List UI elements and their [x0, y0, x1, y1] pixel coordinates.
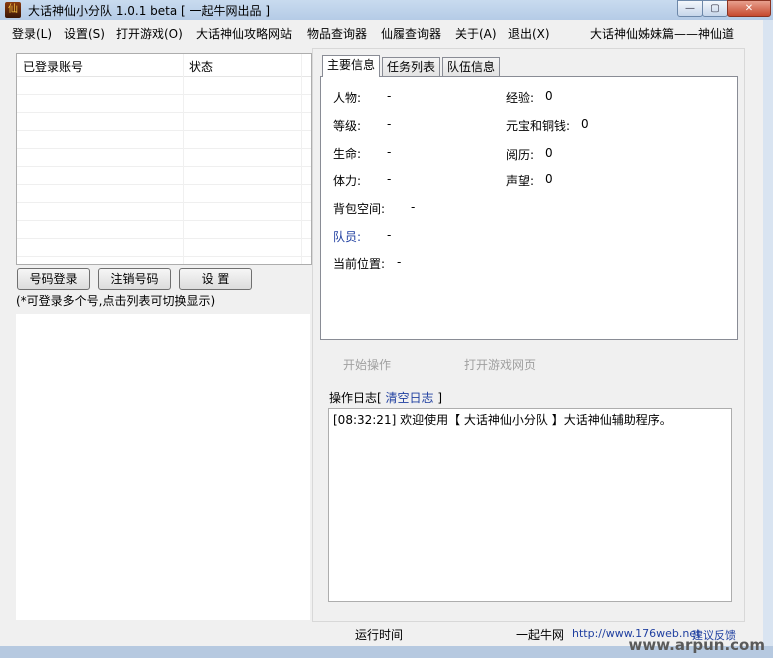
- list-row: [17, 167, 311, 185]
- game-view-area: [16, 314, 310, 620]
- column-status[interactable]: 状态: [189, 58, 213, 75]
- location-value: -: [397, 255, 402, 269]
- maximize-icon[interactable]: ▢: [702, 0, 728, 17]
- logout-button[interactable]: 注销号码: [98, 268, 171, 290]
- character-value: -: [387, 89, 392, 103]
- life-value: -: [387, 145, 392, 159]
- team-member-value: -: [387, 228, 392, 242]
- bag-space-value: -: [411, 200, 416, 214]
- column-account[interactable]: 已登录账号: [23, 58, 83, 75]
- account-list[interactable]: 已登录账号 状态: [16, 53, 312, 265]
- column-divider: [301, 54, 302, 264]
- open-game-web-button[interactable]: 打开游戏网页: [464, 356, 536, 373]
- login-hint: (*可登录多个号,点击列表可切换显示): [16, 294, 216, 308]
- tab-task-list[interactable]: 任务列表: [382, 57, 440, 76]
- stamina-value: -: [387, 172, 392, 186]
- settings-button[interactable]: 设 置: [179, 268, 252, 290]
- main-info-panel: 人物: - 等级: - 生命: - 体力: - 背包空间: - 队员: - 当前…: [320, 76, 738, 340]
- column-divider: [183, 54, 184, 264]
- menu-exit[interactable]: 退出(X): [508, 25, 550, 42]
- watermark: www.arpun.com: [628, 636, 765, 654]
- exp-value: 0: [545, 89, 553, 103]
- reputation-value: 0: [545, 172, 553, 186]
- log-header: 操作日志[ 清空日志 ]: [329, 389, 442, 406]
- menu-bar: 登录(L) 设置(S) 打开游戏(O) 大话神仙攻略网站 物品查询器 仙履查询器…: [0, 22, 773, 44]
- menu-guide-site[interactable]: 大话神仙攻略网站: [196, 25, 292, 42]
- app-logo-icon: 仙: [5, 2, 21, 18]
- run-time-label: 运行时间: [355, 628, 404, 642]
- menu-open-game[interactable]: 打开游戏(O): [116, 25, 183, 42]
- list-row: [17, 77, 311, 95]
- location-label: 当前位置:: [333, 257, 386, 271]
- menu-item-query[interactable]: 物品查询器: [307, 25, 367, 42]
- money-value: 0: [581, 117, 589, 131]
- menu-settings[interactable]: 设置(S): [64, 25, 105, 42]
- list-row: [17, 95, 311, 113]
- app-window: 仙 大话神仙小分队 1.0.1 beta [ 一起牛网出品 ] — ▢ ✕ 登录…: [0, 0, 773, 658]
- list-row: [17, 131, 311, 149]
- experience-label: 阅历:: [506, 148, 535, 162]
- tab-team-info[interactable]: 队伍信息: [442, 57, 500, 76]
- exp-label: 经验:: [506, 91, 535, 105]
- list-row: [17, 239, 311, 257]
- money-label: 元宝和铜钱:: [506, 119, 571, 133]
- clear-log-link[interactable]: 清空日志: [386, 391, 434, 405]
- list-row: [17, 185, 311, 203]
- team-member-label[interactable]: 队员:: [333, 228, 361, 245]
- minimize-icon[interactable]: —: [677, 0, 703, 17]
- close-icon[interactable]: ✕: [727, 0, 771, 17]
- brand-label: 一起牛网: [516, 628, 565, 642]
- menu-sister-link[interactable]: 大话神仙姊妹篇——神仙道: [590, 25, 734, 42]
- window-controls: — ▢ ✕: [677, 0, 771, 18]
- list-row: [17, 203, 311, 221]
- login-button[interactable]: 号码登录: [17, 268, 90, 290]
- start-operation-button[interactable]: 开始操作: [343, 356, 391, 373]
- list-header: 已登录账号 状态: [17, 54, 311, 77]
- life-label: 生命:: [333, 147, 362, 161]
- list-row: [17, 221, 311, 239]
- character-label: 人物:: [333, 91, 362, 105]
- experience-value: 0: [545, 146, 553, 160]
- window-title: 大话神仙小分队 1.0.1 beta [ 一起牛网出品 ]: [28, 4, 271, 18]
- log-title-end: ]: [437, 391, 443, 405]
- menu-login[interactable]: 登录(L): [12, 25, 52, 42]
- tab-main-info[interactable]: 主要信息: [322, 55, 380, 77]
- log-textbox[interactable]: [08:32:21] 欢迎使用【 大话神仙小分队 】大话神仙辅助程序。: [328, 408, 732, 602]
- level-value: -: [387, 117, 392, 131]
- reputation-label: 声望:: [506, 174, 535, 188]
- menu-shoe-query[interactable]: 仙履查询器: [381, 25, 441, 42]
- level-label: 等级:: [333, 119, 362, 133]
- list-row: [17, 149, 311, 167]
- log-title: 操作日志[: [329, 391, 382, 405]
- log-entry: [08:32:21] 欢迎使用【 大话神仙小分队 】大话神仙辅助程序。: [333, 413, 672, 427]
- bag-space-label: 背包空间:: [333, 202, 386, 216]
- list-row: [17, 113, 311, 131]
- stamina-label: 体力:: [333, 174, 362, 188]
- title-bar: 仙 大话神仙小分队 1.0.1 beta [ 一起牛网出品 ] — ▢ ✕: [0, 0, 773, 20]
- window-border: [763, 20, 773, 646]
- menu-about[interactable]: 关于(A): [455, 25, 497, 42]
